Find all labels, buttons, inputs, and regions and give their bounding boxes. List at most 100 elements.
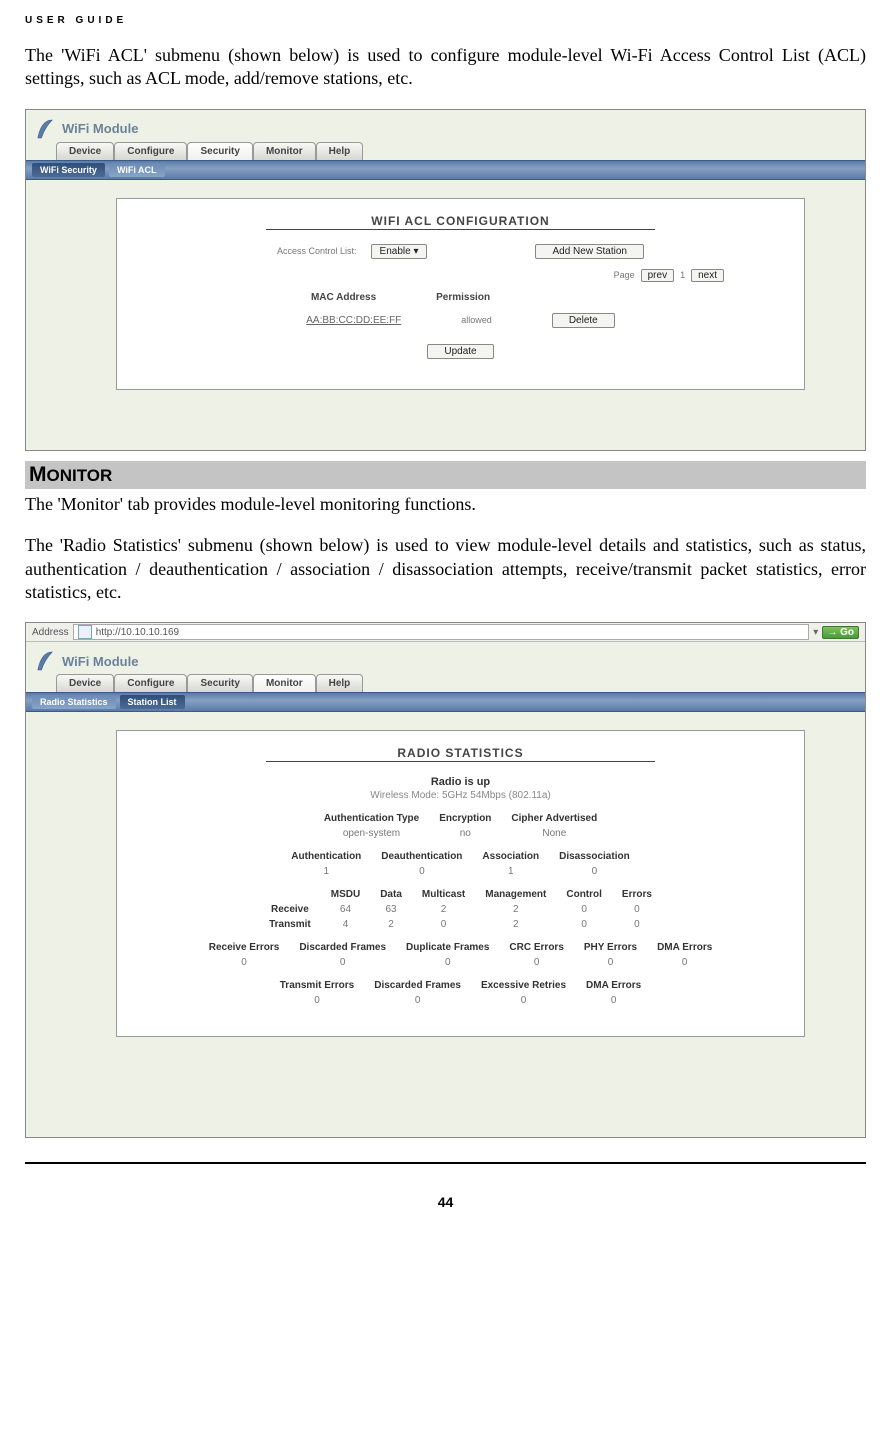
tx-mgmt: 2	[475, 917, 556, 932]
url-field[interactable]: http://10.10.10.169	[73, 624, 810, 640]
th-tx-err: Transmit Errors	[270, 978, 364, 993]
chevron-down-icon: ▾	[413, 246, 418, 257]
delete-button[interactable]: Delete	[552, 313, 615, 328]
page-number-footer: 44	[25, 1194, 866, 1210]
go-button[interactable]: → Go	[822, 626, 859, 639]
url-text: http://10.10.10.169	[96, 627, 179, 638]
acl-select[interactable]: Enable ▾	[371, 244, 428, 259]
update-button[interactable]: Update	[427, 344, 493, 359]
sub-tabs: WiFi Security WiFi ACL	[26, 160, 865, 180]
tab-configure[interactable]: Configure	[114, 142, 187, 160]
tab-device[interactable]: Device	[56, 142, 114, 160]
v-crc-err: 0	[499, 955, 573, 970]
tx-data: 2	[370, 917, 412, 932]
mac-address-link[interactable]: AA:BB:CC:DD:EE:FF	[306, 315, 401, 326]
rx-data: 63	[370, 902, 412, 917]
tx-multicast: 0	[412, 917, 475, 932]
tab-monitor[interactable]: Monitor	[253, 142, 316, 160]
main-tabs: Device Configure Security Monitor Help	[26, 142, 865, 160]
tab-help-2[interactable]: Help	[316, 674, 364, 692]
th-auth: Authentication	[281, 849, 371, 864]
td-disassoc-v: 0	[549, 864, 640, 879]
prev-button[interactable]: prev	[641, 269, 674, 282]
title-underline-2	[266, 761, 654, 762]
td-deauth-v: 0	[371, 864, 472, 879]
footer-rule	[25, 1162, 866, 1164]
screenshot-radio-statistics: Address http://10.10.10.169 ▾ → Go WiFi …	[25, 622, 866, 1138]
v-rx-err: 0	[199, 955, 290, 970]
rx-control: 0	[556, 902, 612, 917]
module-title-2: WiFi Module	[62, 654, 138, 669]
dropdown-icon[interactable]: ▾	[813, 627, 818, 638]
v-tx-dma: 0	[576, 993, 651, 1008]
page-number: 1	[680, 270, 685, 280]
tx-errors-table: Transmit Errors Discarded Frames Excessi…	[270, 978, 651, 1008]
wifi-feather-icon	[36, 118, 54, 140]
subtab-wifi-acl[interactable]: WiFi ACL	[109, 163, 165, 177]
subtab-station-list[interactable]: Station List	[120, 695, 185, 709]
subtab-radio-statistics[interactable]: Radio Statistics	[32, 695, 116, 709]
tab-configure-2[interactable]: Configure	[114, 674, 187, 692]
th-dup-frames: Duplicate Frames	[396, 940, 499, 955]
heading-rest: ONITOR	[47, 466, 113, 485]
tab-help[interactable]: Help	[316, 142, 364, 160]
th-crc-err: CRC Errors	[499, 940, 573, 955]
intro-paragraph-1: The 'WiFi ACL' submenu (shown below) is …	[25, 44, 866, 91]
acl-label: Access Control List:	[277, 246, 357, 256]
v-tx-disc: 0	[364, 993, 471, 1008]
page-label: Page	[614, 270, 635, 280]
td-encryption: no	[429, 826, 501, 841]
v-tx-err: 0	[270, 993, 364, 1008]
tab-security[interactable]: Security	[187, 142, 252, 160]
tab-device-2[interactable]: Device	[56, 674, 114, 692]
wireless-mode: Wireless Mode: 5GHz 54Mbps (802.11a)	[137, 790, 784, 801]
tab-security-2[interactable]: Security	[187, 674, 252, 692]
address-label: Address	[32, 627, 69, 638]
wifi-feather-icon	[36, 650, 54, 672]
td-cipher: None	[501, 826, 607, 841]
tab-monitor-2[interactable]: Monitor	[253, 674, 316, 692]
td-auth-type: open-system	[314, 826, 429, 841]
title-underline	[266, 229, 654, 230]
tx-msdu: 4	[321, 917, 370, 932]
address-bar: Address http://10.10.10.169 ▾ → Go	[26, 623, 865, 642]
td-auth-v: 1	[281, 864, 371, 879]
monitor-paragraph-2: The 'Radio Statistics' submenu (shown be…	[25, 534, 866, 604]
th-deauth: Deauthentication	[371, 849, 472, 864]
v-dup-frames: 0	[396, 955, 499, 970]
acl-panel: WIFI ACL CONFIGURATION Access Control Li…	[116, 198, 805, 390]
subtab-wifi-security[interactable]: WiFi Security	[32, 163, 105, 177]
rx-mgmt: 2	[475, 902, 556, 917]
rx-multicast: 2	[412, 902, 475, 917]
module-title: WiFi Module	[62, 121, 138, 136]
th-errors: Errors	[612, 887, 662, 902]
rx-errors-table: Receive Errors Discarded Frames Duplicat…	[199, 940, 723, 970]
td-assoc-v: 1	[472, 864, 549, 879]
tx-errors: 0	[612, 917, 662, 932]
assoc-table: Authentication Deauthentication Associat…	[281, 849, 639, 879]
th-excess-retries: Excessive Retries	[471, 978, 576, 993]
col-mac: MAC Address	[311, 292, 376, 303]
th-tx-dma: DMA Errors	[576, 978, 651, 993]
radio-status: Radio is up	[137, 776, 784, 788]
th-encryption: Encryption	[429, 811, 501, 826]
next-button[interactable]: next	[691, 269, 724, 282]
th-cipher: Cipher Advertised	[501, 811, 607, 826]
main-tabs-2: Device Configure Security Monitor Help	[26, 674, 865, 692]
add-station-button[interactable]: Add New Station	[535, 244, 644, 259]
rxtx-table: MSDU Data Multicast Management Control E…	[259, 887, 662, 932]
rx-errors: 0	[612, 902, 662, 917]
page-icon	[78, 625, 92, 639]
th-data: Data	[370, 887, 412, 902]
sub-tabs-2: Radio Statistics Station List	[26, 692, 865, 712]
v-excess-retries: 0	[471, 993, 576, 1008]
th-dma-err: DMA Errors	[647, 940, 722, 955]
th-rx-err: Receive Errors	[199, 940, 290, 955]
th-disassoc: Disassociation	[549, 849, 640, 864]
v-dma-err: 0	[647, 955, 722, 970]
row-transmit: Transmit	[259, 917, 321, 932]
th-msdu: MSDU	[321, 887, 370, 902]
th-blank	[259, 887, 321, 902]
auth-type-table: Authentication Type Encryption Cipher Ad…	[314, 811, 607, 841]
th-tx-disc: Discarded Frames	[364, 978, 471, 993]
